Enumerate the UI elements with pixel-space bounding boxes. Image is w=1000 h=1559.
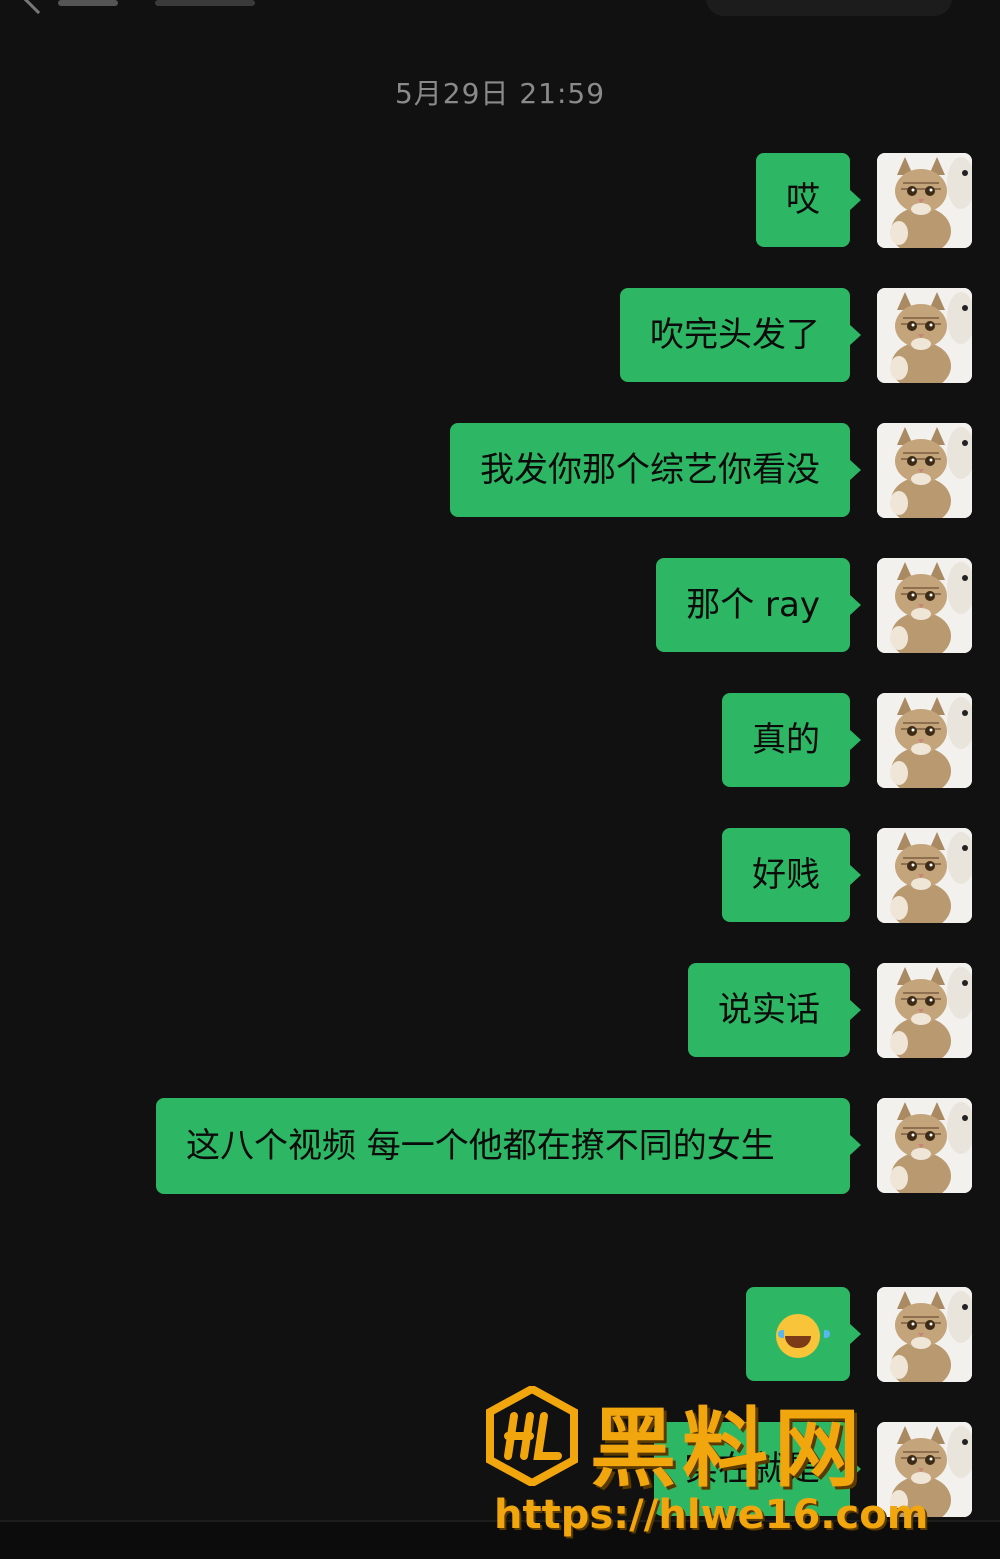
avatar-cat-icon[interactable]	[877, 1287, 972, 1382]
chat-screen: 5月29日 21:59 哎 吹完头发了 我发你那个综艺你看没 那个 ray 真的…	[0, 0, 1000, 1559]
avatar-cat-icon[interactable]	[877, 828, 972, 923]
message-bubble[interactable]: 我发你那个综艺你看没	[450, 423, 861, 517]
message-bubble[interactable]: 好贱	[722, 828, 861, 922]
message-bubble[interactable]: 哎	[756, 153, 861, 247]
message-bubble[interactable]: 吹完头发了	[620, 288, 861, 382]
avatar-cat-icon[interactable]	[877, 693, 972, 788]
avatar-cat-icon[interactable]	[877, 1098, 972, 1193]
avatar-cat-icon[interactable]	[877, 153, 972, 248]
watermark-logo-icon	[486, 1386, 578, 1486]
message-bubble[interactable]: 那个 ray	[656, 558, 861, 652]
message-bubble[interactable]: 说实话	[688, 963, 861, 1057]
avatar-cat-icon[interactable]	[877, 558, 972, 653]
message-bubble[interactable]	[746, 1287, 861, 1381]
back-arrow-icon[interactable]	[23, 0, 53, 15]
contact-subtitle	[155, 0, 255, 6]
avatar-cat-icon[interactable]	[877, 963, 972, 1058]
avatar-cat-icon[interactable]	[877, 423, 972, 518]
watermark: 黑料网 https://hlwe16.com	[486, 1378, 976, 1548]
more-options-pill[interactable]	[706, 0, 952, 16]
avatar-cat-icon[interactable]	[877, 288, 972, 383]
message-bubble[interactable]: 这八个视频 每一个他都在撩不同的女生	[156, 1098, 861, 1194]
message-bubble[interactable]: 真的	[722, 693, 861, 787]
top-bar	[0, 0, 1000, 18]
contact-name	[58, 0, 118, 6]
face-with-tears-of-joy-icon	[776, 1313, 830, 1358]
watermark-title: 黑料网	[590, 1399, 866, 1499]
watermark-url: https://hlwe16.com	[494, 1492, 929, 1538]
message-timestamp: 5月29日 21:59	[394, 77, 606, 110]
